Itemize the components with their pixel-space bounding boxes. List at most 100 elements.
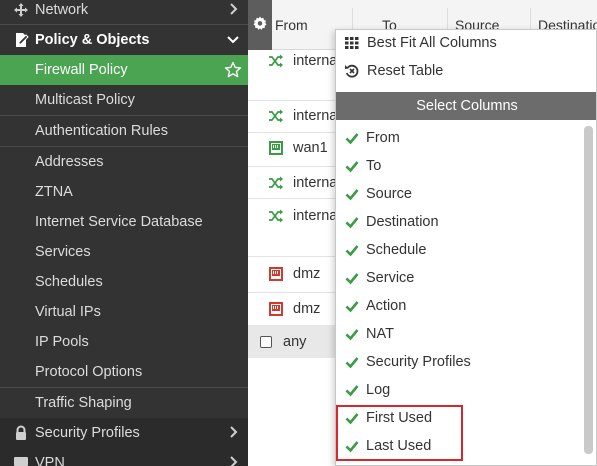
column-toggle-label: Destination xyxy=(366,214,439,230)
chevron-right-icon xyxy=(226,2,240,16)
sidebar-item-label: Protocol Options xyxy=(35,364,143,380)
sidebar-item-internet-service-database[interactable]: Internet Service Database xyxy=(0,207,248,237)
column-settings-button[interactable] xyxy=(248,0,272,50)
column-toggle-label: Schedule xyxy=(366,242,427,258)
from-cell: wan1 xyxy=(268,138,328,158)
best-fit-columns-option[interactable]: Best Fit All Columns xyxy=(344,35,497,51)
column-toggle-source[interactable]: Source xyxy=(345,186,412,202)
sidebar-section-policy-objects[interactable]: Policy & Objects xyxy=(0,25,248,55)
column-toggle-label: Log xyxy=(366,382,391,398)
sidebar-item-traffic-shaping[interactable]: Traffic Shaping xyxy=(0,388,248,418)
interface-name: dmz xyxy=(293,266,321,282)
shuffle-icon xyxy=(268,175,284,191)
sidebar-item-ip-pools[interactable]: IP Pools xyxy=(0,327,248,357)
from-cell: interna xyxy=(268,106,337,126)
column-toggle-label: To xyxy=(366,158,382,174)
chevron-down-icon xyxy=(226,32,240,46)
interface-name: interna xyxy=(293,175,338,191)
row-checkbox[interactable] xyxy=(260,336,272,348)
chevron-right-icon xyxy=(226,425,240,439)
column-toggle-to[interactable]: To xyxy=(345,158,381,174)
sidebar-item-schedules[interactable]: Schedules xyxy=(0,267,248,297)
star-favorite-icon[interactable] xyxy=(224,61,242,79)
checkmark-icon xyxy=(345,271,359,285)
reset-table-option[interactable]: Reset Table xyxy=(344,63,443,79)
from-cell: interna xyxy=(268,206,337,226)
column-toggle-destination[interactable]: Destination xyxy=(345,214,439,230)
sidebar-section-network[interactable]: Network xyxy=(0,0,248,25)
sidebar-item-virtual-ips[interactable]: Virtual IPs xyxy=(0,297,248,327)
checkmark-icon xyxy=(345,383,359,397)
sidebar-item-label: ZTNA xyxy=(35,184,73,200)
highlight-box xyxy=(336,405,463,461)
interface-name: interna xyxy=(293,53,338,69)
column-toggle-security-profiles[interactable]: Security Profiles xyxy=(345,354,471,370)
interface-name: dmz xyxy=(293,301,321,317)
column-toggle-label: Source xyxy=(366,186,412,202)
column-toggle-label: From xyxy=(366,130,400,146)
dmz-port-icon xyxy=(268,266,284,282)
sidebar-section-vpn[interactable]: VPN xyxy=(0,448,248,466)
from-cell: any xyxy=(260,332,306,352)
from-cell: interna xyxy=(268,173,337,193)
checkmark-icon xyxy=(345,299,359,313)
reset-icon xyxy=(344,63,360,79)
checkmark-icon xyxy=(345,243,359,257)
sidebar-item-label: Traffic Shaping xyxy=(35,395,132,411)
sidebar-item-ztna[interactable]: ZTNA xyxy=(0,177,248,207)
from-cell: dmz xyxy=(268,264,320,284)
column-toggle-label: Action xyxy=(366,298,407,314)
menu-option-label: Best Fit All Columns xyxy=(367,35,497,51)
chevron-right-icon xyxy=(226,455,240,466)
interface-name: interna xyxy=(293,108,338,124)
sidebar-section-label: VPN xyxy=(35,455,65,466)
sidebar-section-label: Security Profiles xyxy=(35,425,140,441)
sidebar-item-services[interactable]: Services xyxy=(0,237,248,267)
column-toggle-service[interactable]: Service xyxy=(345,270,414,286)
shuffle-icon xyxy=(268,108,284,124)
checkmark-icon xyxy=(345,215,359,229)
checkmark-icon xyxy=(345,355,359,369)
column-settings-menu: Best Fit All Columns Reset Table Select … xyxy=(335,29,597,466)
checkmark-icon xyxy=(345,159,359,173)
move-arrows-icon xyxy=(12,1,30,19)
sidebar-section-label: Network xyxy=(35,2,89,18)
lock-icon xyxy=(12,424,30,442)
shuffle-icon xyxy=(268,53,284,69)
wan-port-icon xyxy=(268,140,284,156)
from-cell: interna xyxy=(268,51,337,71)
sidebar-item-label: Internet Service Database xyxy=(35,214,203,230)
select-columns-header: Select Columns xyxy=(336,92,596,120)
column-toggle-action[interactable]: Action xyxy=(345,298,406,314)
sidebar-item-label: Authentication Rules xyxy=(35,123,168,139)
menu-option-label: Reset Table xyxy=(367,63,444,79)
grid-icon xyxy=(344,35,360,51)
column-toggle-label: Security Profiles xyxy=(366,354,471,370)
sidebar-section-label: Policy & Objects xyxy=(35,32,150,48)
column-toggle-from[interactable]: From xyxy=(345,130,400,146)
sidebar-item-label: Firewall Policy xyxy=(35,62,128,78)
column-toggle-schedule[interactable]: Schedule xyxy=(345,242,426,258)
column-toggle-nat[interactable]: NAT xyxy=(345,326,394,342)
sidebar-item-protocol-options[interactable]: Protocol Options xyxy=(0,357,248,387)
sidebar-item-authentication-rules[interactable]: Authentication Rules xyxy=(0,116,248,146)
sidebar-item-label: IP Pools xyxy=(35,334,89,350)
sidebar-item-label: Services xyxy=(35,244,91,260)
policy-document-icon xyxy=(12,31,30,49)
checkmark-icon xyxy=(345,327,359,341)
sidebar-item-multicast-policy[interactable]: Multicast Policy xyxy=(0,85,248,115)
sidebar-item-label: Virtual IPs xyxy=(35,304,101,320)
dmz-port-icon xyxy=(268,301,284,317)
sidebar-nav: Network Policy & Objects Firewall Policy… xyxy=(0,0,248,466)
sidebar-section-security-profiles[interactable]: Security Profiles xyxy=(0,418,248,448)
sidebar-item-addresses[interactable]: Addresses xyxy=(0,147,248,177)
interface-name: interna xyxy=(293,208,338,224)
interface-name: wan1 xyxy=(293,140,328,156)
menu-scrollbar[interactable] xyxy=(584,126,593,454)
sidebar-item-label: Multicast Policy xyxy=(35,92,135,108)
column-toggle-log[interactable]: Log xyxy=(345,382,390,398)
column-toggle-label: Service xyxy=(366,270,415,286)
column-toggle-label: NAT xyxy=(366,326,394,342)
column-header-from[interactable]: From xyxy=(275,17,308,33)
sidebar-item-firewall-policy[interactable]: Firewall Policy xyxy=(0,55,248,85)
